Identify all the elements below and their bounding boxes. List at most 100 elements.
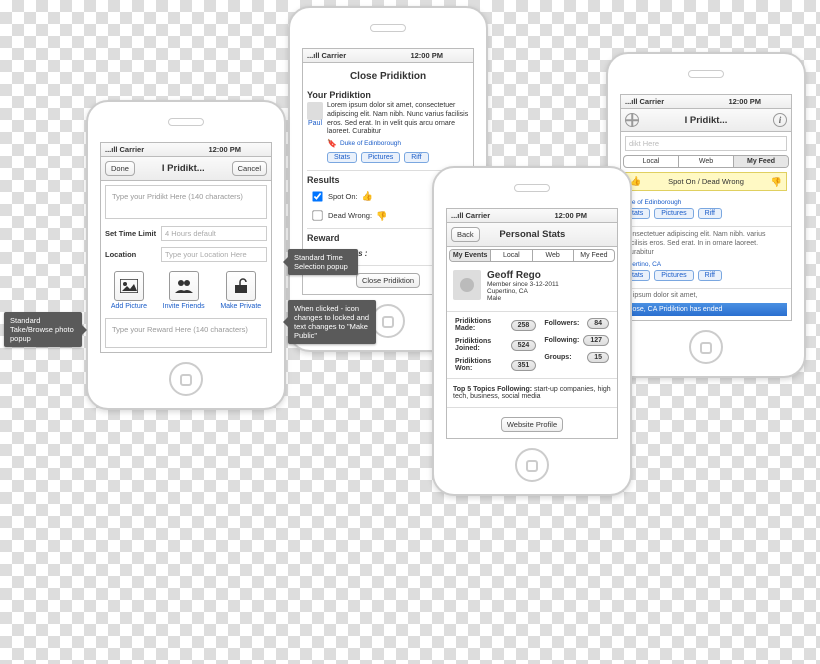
user-avatar [453, 270, 481, 300]
add-picture-label[interactable]: Add Picture [111, 303, 147, 310]
carrier-label: Carrier [466, 211, 491, 220]
tab-web[interactable]: Web [533, 250, 574, 261]
tag-link[interactable]: uke of Edinborough [625, 199, 681, 206]
dead-wrong-check[interactable] [312, 210, 322, 220]
location-label: Location [105, 250, 157, 259]
stat-label: Followers: [544, 320, 579, 327]
stat-value: 351 [511, 360, 537, 371]
stat-value: 127 [583, 335, 609, 346]
friends-icon [174, 279, 194, 293]
status-bar: ...ıll Carrier 12:00 PM [447, 209, 617, 223]
tab-web[interactable]: Web [679, 156, 734, 167]
stat-label: Following: [544, 337, 579, 344]
tab-myfeed[interactable]: My Feed [574, 250, 614, 261]
stat-label: Pridiktions Made: [455, 318, 507, 332]
stat-value: 524 [511, 340, 537, 351]
signal-icon: ...ıll [625, 97, 638, 106]
tag-link[interactable]: Duke of Edinborough [340, 140, 401, 147]
tab-riff[interactable]: Riff [404, 152, 428, 163]
annotation-photo: Standard Take/Browse photo popup [4, 312, 82, 347]
clock-label: 12:00 PM [554, 211, 587, 220]
stat-label: Pridiktions Joined: [455, 338, 507, 352]
thumb-down-icon: 👍 [376, 210, 387, 221]
screen-title: I Pridikt... [135, 163, 232, 174]
close-pridiktion-button[interactable]: Close Pridiktion [356, 273, 420, 288]
tab-myevents[interactable]: My Events [450, 250, 491, 261]
website-profile-button[interactable]: Website Profile [501, 417, 563, 432]
carrier-label: Carrier [640, 97, 665, 106]
tab-pictures-2[interactable]: Pictures [654, 270, 693, 281]
info-icon[interactable]: i [773, 113, 787, 127]
tab-local[interactable]: Local [624, 156, 679, 167]
annotation-lock: When clicked - icon changes to locked an… [288, 300, 376, 344]
tab-riff-2[interactable]: Riff [698, 270, 722, 281]
phone-personal-stats: ...ıll Carrier 12:00 PM Back Personal St… [432, 166, 632, 496]
pridiktion-text: Lorem ipsum dolor sit amet, consectetuer… [327, 102, 469, 137]
status-bar: ...ıll Carrier 12:00 PM [101, 143, 271, 157]
stat-value: 84 [587, 318, 609, 329]
make-private-label[interactable]: Make Private [220, 303, 261, 310]
tab-riff[interactable]: Riff [698, 208, 722, 219]
top5-label: Top 5 Topics Following: [453, 386, 532, 393]
member-since: Member since 3-12-2011 [487, 281, 559, 288]
thumb-down-icon[interactable]: 👍 [771, 176, 782, 187]
feed-tabs[interactable]: Local Web My Feed [623, 155, 789, 168]
location-input[interactable]: Type your Location Here [161, 247, 267, 262]
tab-pictures[interactable]: Pictures [361, 152, 400, 163]
user-name: Geoff Rego [487, 270, 559, 281]
thumb-up-icon: 👍 [362, 191, 373, 202]
stats-tabs[interactable]: My Events Local Web My Feed [449, 249, 615, 262]
screen-title: Close Pridiktion [303, 63, 473, 86]
user-city: Cupertino, CA [487, 288, 559, 295]
cancel-button[interactable]: Cancel [232, 161, 267, 176]
tab-stats[interactable]: Stats [327, 152, 357, 163]
vote-label: Spot On / Dead Wrong [644, 177, 768, 186]
tag-icon: 🔖 [327, 139, 337, 148]
signal-icon: ...ıll [307, 51, 320, 60]
done-button[interactable]: Done [105, 161, 135, 176]
signal-icon: ...ıll [451, 211, 464, 220]
picture-icon [120, 279, 138, 293]
time-limit-input[interactable]: 4 Hours default [161, 226, 267, 241]
globe-icon[interactable] [625, 113, 639, 127]
screen-title: Personal Stats [480, 229, 585, 240]
signal-icon: ...ıll [105, 145, 118, 154]
status-bar: ...ıll Carrier 12:00 PM [303, 49, 473, 63]
tab-local[interactable]: Local [491, 250, 532, 261]
spot-on-check[interactable] [312, 191, 322, 201]
spot-on-label: Spot On: [328, 192, 358, 201]
add-picture-button[interactable] [114, 271, 144, 301]
tab-pictures[interactable]: Pictures [654, 208, 693, 219]
pridikt-textarea[interactable]: Type your Pridikt Here (140 characters) [105, 185, 267, 219]
your-pridiktion-heading: Your Pridiktion [307, 90, 469, 100]
author-avatar [307, 102, 323, 120]
invite-friends-button[interactable] [169, 271, 199, 301]
make-private-button[interactable] [226, 271, 256, 301]
feed-item-text-2: m ipsum dolor sit amet, [621, 292, 791, 299]
stat-label: Pridiktions Won: [455, 358, 507, 372]
user-gender: Male [487, 295, 559, 302]
annotation-time: Standard Time Selection popup [288, 249, 358, 275]
author-link[interactable]: Paul [308, 120, 322, 127]
unlock-icon [234, 278, 248, 294]
reward-textarea[interactable]: Type your Reward Here (140 characters) [105, 318, 267, 348]
time-limit-label: Set Time Limit [105, 229, 157, 238]
clock-label: 12:00 PM [410, 51, 443, 60]
back-button[interactable]: Back [451, 227, 480, 242]
status-bar: ...ıll Carrier 12:00 PM [621, 95, 791, 109]
ended-banner[interactable]: Jose, CA Pridiktion has ended [625, 303, 787, 316]
feed-item-text: consectetuer adipiscing elit. Nam nibh. … [621, 230, 791, 257]
search-input[interactable]: dikt Here [625, 136, 787, 151]
stat-value: 15 [587, 352, 609, 363]
dead-wrong-label: Dead Wrong: [328, 211, 372, 220]
invite-friends-label[interactable]: Invite Friends [163, 303, 205, 310]
clock-label: 12:00 PM [728, 97, 761, 106]
screen-title: I Pridikt... [639, 115, 773, 126]
vote-bar[interactable]: 👍 Spot On / Dead Wrong 👍 [625, 172, 787, 191]
stat-value: 258 [511, 320, 537, 331]
phone-compose: ...ıll Carrier 12:00 PM Done I Pridikt..… [86, 100, 286, 410]
carrier-label: Carrier [120, 145, 145, 154]
phone-feed: ...ıll Carrier 12:00 PM I Pridikt... i d… [606, 52, 806, 378]
carrier-label: Carrier [322, 51, 347, 60]
tab-myfeed[interactable]: My Feed [734, 156, 788, 167]
